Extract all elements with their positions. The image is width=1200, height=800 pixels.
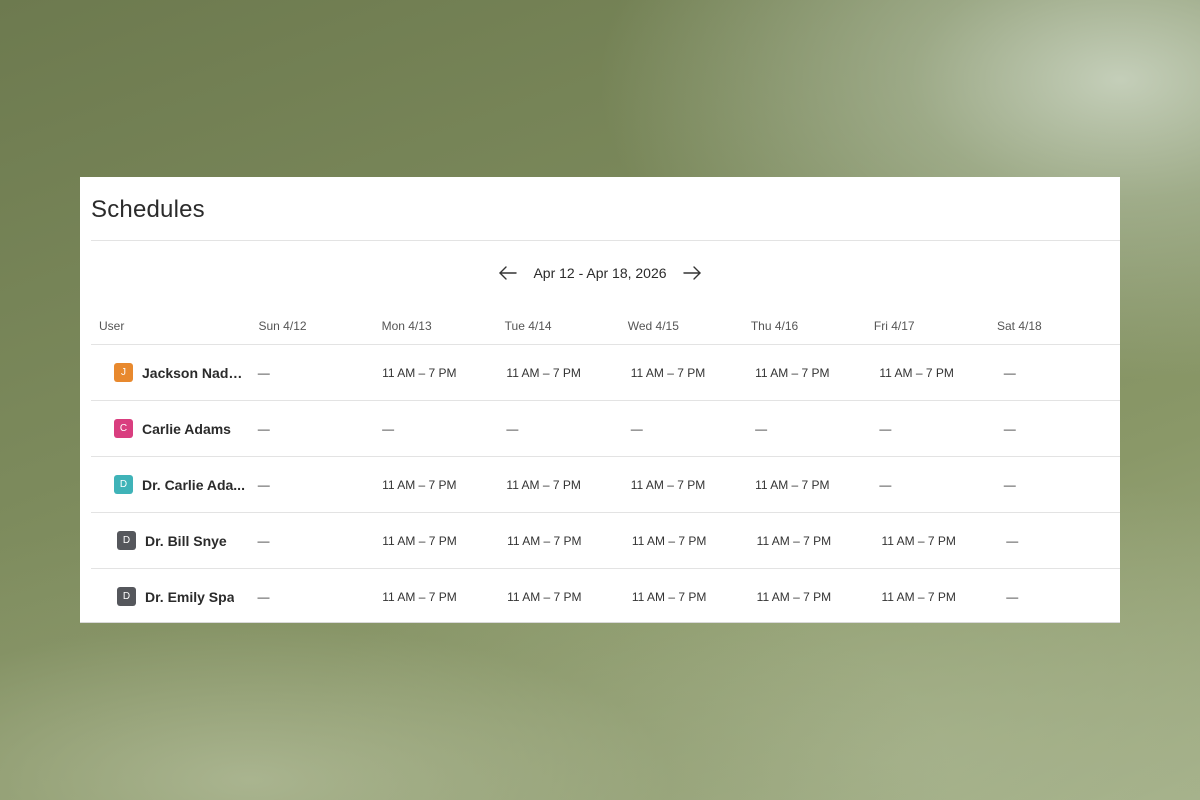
shift-cell[interactable]: 11 AM – 7 PM bbox=[374, 366, 498, 380]
shift-cell[interactable]: 11 AM – 7 PM bbox=[371, 590, 496, 604]
shift-cell[interactable]: 11 AM – 7 PM bbox=[746, 590, 871, 604]
shift-cell[interactable]: 11 AM – 7 PM bbox=[496, 534, 621, 548]
shift-cell[interactable]: 11 AM – 7 PM bbox=[746, 534, 871, 548]
table-header-row: User Sun 4/12 Mon 4/13 Tue 4/14 Wed 4/15… bbox=[91, 307, 1120, 345]
shift-cell[interactable]: — bbox=[747, 422, 871, 436]
shift-cell[interactable]: — bbox=[623, 422, 747, 436]
table-row[interactable]: J Jackson Nada... — 11 AM – 7 PM 11 AM –… bbox=[91, 345, 1120, 401]
shift-cell[interactable]: 11 AM – 7 PM bbox=[371, 534, 496, 548]
shift-cell[interactable]: — bbox=[498, 422, 622, 436]
shift-cell[interactable]: 11 AM – 7 PM bbox=[623, 366, 747, 380]
shift-cell[interactable]: 11 AM – 7 PM bbox=[870, 534, 995, 548]
shift-cell[interactable]: 11 AM – 7 PM bbox=[621, 534, 746, 548]
shift-cell[interactable]: — bbox=[996, 478, 1120, 492]
shift-cell[interactable]: — bbox=[250, 478, 374, 492]
shift-cell[interactable]: 11 AM – 7 PM bbox=[374, 478, 498, 492]
schedule-table: User Sun 4/12 Mon 4/13 Tue 4/14 Wed 4/15… bbox=[91, 307, 1120, 624]
shift-cell[interactable]: — bbox=[250, 422, 374, 436]
page-title: Schedules bbox=[91, 196, 205, 223]
shift-cell[interactable]: 11 AM – 7 PM bbox=[871, 366, 995, 380]
arrow-right-icon[interactable] bbox=[681, 262, 703, 284]
arrow-left-icon[interactable] bbox=[497, 262, 519, 284]
week-navigator: Apr 12 - Apr 18, 2026 bbox=[80, 261, 1120, 285]
title-divider bbox=[91, 240, 1120, 241]
table-row[interactable]: D Dr. Bill Snye — 11 AM – 7 PM 11 AM – 7… bbox=[91, 513, 1120, 569]
avatar: D bbox=[114, 475, 133, 494]
shift-cell[interactable]: 11 AM – 7 PM bbox=[870, 590, 995, 604]
schedules-panel: Schedules Apr 12 - Apr 18, 2026 User Sun… bbox=[80, 177, 1120, 622]
shift-cell[interactable]: — bbox=[871, 422, 995, 436]
avatar: D bbox=[117, 531, 136, 550]
shift-cell[interactable]: — bbox=[995, 590, 1120, 604]
column-header-day: Tue 4/14 bbox=[504, 318, 552, 333]
column-header-day: Sun 4/12 bbox=[258, 318, 307, 333]
avatar: C bbox=[114, 419, 133, 438]
shift-cell[interactable]: 11 AM – 7 PM bbox=[621, 590, 746, 604]
shift-cell[interactable]: — bbox=[250, 366, 374, 380]
shift-cell[interactable]: — bbox=[374, 422, 498, 436]
table-row[interactable]: D Dr. Carlie Ada... — 11 AM – 7 PM 11 AM… bbox=[91, 457, 1120, 513]
avatar: D bbox=[117, 587, 136, 606]
table-row[interactable]: C Carlie Adams — — — — — — — bbox=[91, 401, 1120, 457]
table-row[interactable]: D Dr. Emily Spa — 11 AM – 7 PM 11 AM – 7… bbox=[91, 569, 1120, 624]
shift-cell[interactable]: 11 AM – 7 PM bbox=[623, 478, 747, 492]
column-header-day: Wed 4/15 bbox=[627, 318, 679, 333]
shift-cell[interactable]: — bbox=[246, 534, 371, 548]
shift-cell[interactable]: — bbox=[996, 366, 1120, 380]
shift-cell[interactable]: 11 AM – 7 PM bbox=[498, 366, 622, 380]
column-header-day: Mon 4/13 bbox=[381, 318, 432, 333]
shift-cell[interactable]: 11 AM – 7 PM bbox=[747, 478, 871, 492]
user-name[interactable]: Dr. Carlie Ada... bbox=[142, 477, 245, 493]
user-name[interactable]: Dr. Emily Spa bbox=[145, 589, 234, 605]
shift-cell[interactable]: — bbox=[246, 590, 371, 604]
week-range-label: Apr 12 - Apr 18, 2026 bbox=[533, 265, 667, 281]
column-header-user: User bbox=[99, 318, 125, 333]
user-name[interactable]: Jackson Nada... bbox=[142, 365, 246, 381]
column-header-day: Sat 4/18 bbox=[996, 318, 1042, 333]
shift-cell[interactable]: — bbox=[871, 478, 995, 492]
shift-cell[interactable]: 11 AM – 7 PM bbox=[747, 366, 871, 380]
shift-cell[interactable]: — bbox=[996, 422, 1120, 436]
avatar: J bbox=[114, 363, 133, 382]
shift-cell[interactable]: — bbox=[995, 534, 1120, 548]
user-name[interactable]: Dr. Bill Snye bbox=[145, 533, 227, 549]
shift-cell[interactable]: 11 AM – 7 PM bbox=[498, 478, 622, 492]
user-name[interactable]: Carlie Adams bbox=[142, 421, 231, 437]
shift-cell[interactable]: 11 AM – 7 PM bbox=[496, 590, 621, 604]
column-header-day: Fri 4/17 bbox=[873, 318, 915, 333]
column-header-day: Thu 4/16 bbox=[750, 318, 799, 333]
